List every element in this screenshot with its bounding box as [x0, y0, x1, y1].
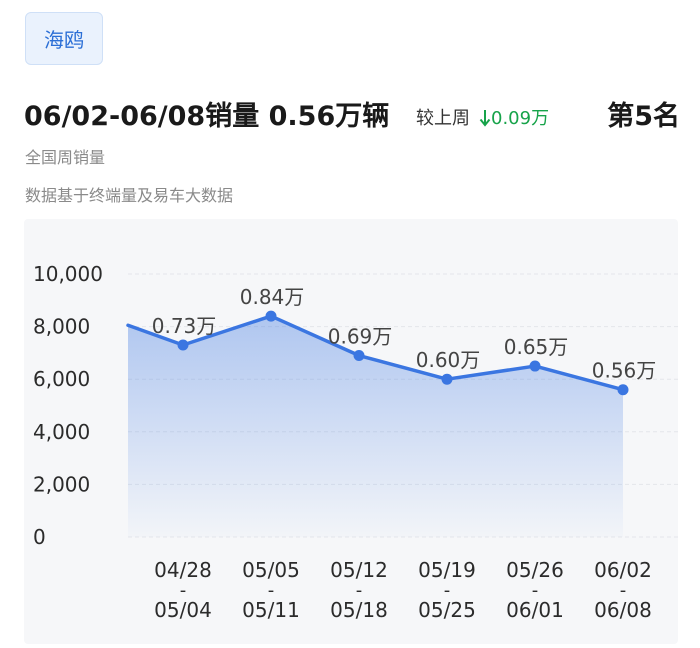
subtitle: 全国周销量 [25, 148, 106, 167]
data-source: 数据基于终端量及易车大数据 [25, 186, 234, 205]
chart-panel: 10,000 8,000 6,000 4,000 2,000 0 0.73万 0.84万 0.… [24, 219, 678, 644]
data-label: 0.60万 [416, 348, 481, 372]
y-tick-label: 2,000 [33, 472, 90, 496]
y-tick-label: 8,000 [33, 315, 90, 339]
data-label: 0.56万 [592, 359, 657, 383]
delta-value: 0.09万 [479, 104, 549, 130]
x-tick-label: 05/05 [242, 558, 300, 582]
data-label: 0.69万 [328, 325, 393, 349]
y-tick-label: 4,000 [33, 420, 90, 444]
data-point[interactable] [177, 339, 189, 351]
data-label: 0.84万 [240, 285, 305, 309]
x-tick-label: 05/12 [330, 558, 388, 582]
x-tick-label: 04/28 [154, 558, 212, 582]
headline: 06/02-06/08销量 0.56万辆 较上周 0.09万 第5名 [24, 94, 684, 138]
x-tick-label: 05/25 [418, 598, 476, 622]
x-tick-label: 05/19 [418, 558, 476, 582]
sales-area-chart: 10,000 8,000 6,000 4,000 2,000 0 0.73万 0.84万 0.… [33, 262, 678, 622]
data-label: 0.65万 [504, 335, 569, 359]
x-tick-label: 05/04 [154, 598, 212, 622]
data-point[interactable] [265, 310, 277, 322]
y-tick-label: 6,000 [33, 367, 90, 391]
data-point[interactable] [441, 373, 453, 385]
x-tick-label: 06/08 [594, 598, 652, 622]
rank-badge: 第5名 [607, 101, 680, 132]
compare-label: 较上周 [416, 108, 470, 129]
y-tick-label: 10,000 [33, 262, 103, 286]
y-tick-label: 0 [33, 525, 46, 549]
delta-text: 0.09万 [491, 108, 550, 129]
data-point[interactable] [353, 350, 365, 362]
x-tick-label: 05/26 [506, 558, 564, 582]
model-tag[interactable]: 海鸥 [25, 12, 103, 65]
x-tick-label: 06/01 [506, 598, 564, 622]
x-tick-label: 05/18 [330, 598, 388, 622]
data-label: 0.73万 [152, 314, 217, 338]
x-tick-label: 05/11 [242, 598, 300, 622]
data-point[interactable] [529, 360, 541, 372]
data-point[interactable] [617, 384, 629, 396]
page-title: 06/02-06/08销量 0.56万辆 [24, 101, 390, 132]
x-tick-label: 06/02 [594, 558, 652, 582]
arrow-down-icon [479, 110, 491, 127]
